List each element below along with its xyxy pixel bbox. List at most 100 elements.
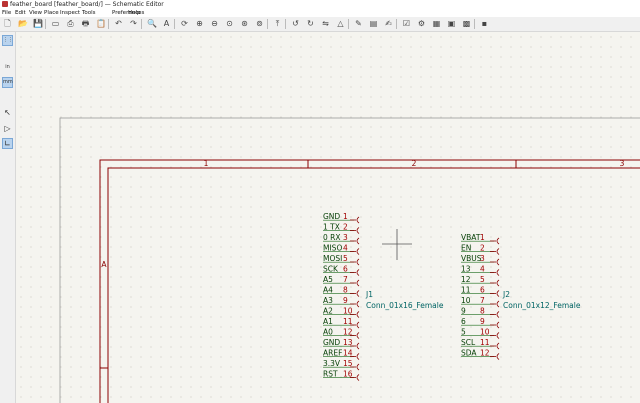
toolbar-separator: [396, 19, 397, 29]
j2-pin-number: 3: [480, 254, 485, 263]
zoom-in-icon[interactable]: ⊕: [195, 19, 204, 28]
j2-pin-number: 11: [480, 338, 490, 347]
toolbar-separator: [348, 19, 349, 29]
j2-pin-receptacle: [496, 321, 500, 329]
bom-icon[interactable]: ▦: [432, 19, 441, 28]
cursor-shape-icon[interactable]: ↖: [2, 107, 13, 118]
j1-pin-receptacle: [356, 227, 360, 234]
j1-pin-receptacle: [356, 248, 360, 255]
print-icon[interactable]: ⎙: [66, 19, 75, 28]
top-toolbar: 🗋 📂 💾 ▭ ⎙ 🖶 📋 ↶ ↷ 🔍 A ⟳ ⊕ ⊖ ⊙ ⊛ ⊚ ⤒ ↺ ↻ ⇋ △ ✎ ▤ ✍ ☑ ⚙ ▦ ▣ ▩ ▪: [0, 17, 640, 32]
j1-pin-name: 0 RX: [323, 233, 341, 242]
j2-pin-name: VBUS: [461, 254, 482, 263]
j1-pin-name: SCK: [323, 265, 339, 274]
rotate-cw-icon[interactable]: ↻: [306, 19, 315, 28]
j2-pin-receptacle: [496, 290, 500, 297]
j1-pin-receptacle: [356, 374, 360, 381]
j1-pin-name: A1: [323, 317, 333, 326]
j1-pin-number: 2: [343, 223, 348, 232]
menu-tools[interactable]: Tools: [82, 9, 96, 17]
frame-row-label: A: [101, 260, 107, 269]
rotate-ccw-icon[interactable]: ↺: [291, 19, 300, 28]
j1-pin-name: MOSI: [323, 254, 342, 263]
navigate-up-icon[interactable]: ⤒: [273, 19, 282, 28]
j2-pin-name: 13: [461, 265, 471, 274]
toolbar-separator: [141, 19, 142, 29]
refresh-icon[interactable]: ⟳: [180, 19, 189, 28]
toolbar-separator: [108, 19, 109, 29]
title-bar: feather_board [feather_board/] — Schemat…: [0, 0, 640, 9]
window-title: feather_board [feather_board/] — Schemat…: [10, 1, 164, 8]
page-settings-icon[interactable]: ▭: [51, 19, 60, 28]
j2-pin-receptacle: [496, 332, 500, 339]
grid-icon[interactable]: ⋮⋮: [2, 35, 13, 46]
toolbar-separator: [45, 19, 46, 29]
menu-file[interactable]: File: [2, 9, 11, 17]
menu-place[interactable]: Place: [44, 9, 59, 17]
new-icon[interactable]: 🗋: [3, 19, 12, 28]
toolbar-separator: [285, 19, 286, 29]
schematic-canvas[interactable]: 1 2 3 A GND 1 1 TX 2 0 RX 3 MISO 4 MOSI 5 SCK 6 A5 7 A4 8 A3…: [16, 32, 640, 403]
netlist-icon[interactable]: ▣: [447, 19, 456, 28]
j1-pin-receptacle: [356, 300, 360, 308]
j2-pin-name: 11: [461, 286, 471, 295]
j2-pin-number: 7: [480, 296, 485, 305]
open-icon[interactable]: 📂: [18, 19, 28, 28]
mirror-h-icon[interactable]: △: [336, 19, 345, 28]
units-mm-icon[interactable]: mm: [2, 77, 13, 88]
j1-pin-name: GND: [323, 338, 340, 347]
zoom-objects-icon[interactable]: ⊛: [240, 19, 249, 28]
j1-pin-number: 1: [343, 212, 348, 221]
redo-icon[interactable]: ↷: [129, 19, 138, 28]
j1-pin-name: 1 TX: [323, 223, 340, 232]
plot-icon[interactable]: 🖶: [81, 19, 90, 28]
j1-pin-name: GND: [323, 212, 340, 221]
find-replace-icon[interactable]: A: [162, 19, 171, 28]
menu-help[interactable]: Help: [128, 9, 141, 17]
symbol-browser-icon[interactable]: ▤: [369, 19, 378, 28]
j2-pin-receptacle: [496, 353, 500, 360]
j1-pin-name: MISO: [323, 244, 342, 253]
frame-column-label: 2: [412, 159, 417, 168]
mirror-v-icon[interactable]: ⇋: [321, 19, 330, 28]
j2-pin-number: 1: [480, 233, 485, 242]
j2-pin-number: 9: [480, 317, 485, 326]
zoom-selection-icon[interactable]: ⊚: [255, 19, 264, 28]
frame-column-label: 3: [620, 159, 625, 168]
j1-pin-receptacle: [356, 311, 360, 318]
j2-pin-name: 6: [461, 317, 466, 326]
paste-icon[interactable]: 📋: [96, 19, 106, 28]
j1-pin-name: A3: [323, 296, 333, 305]
footprint-assign-icon[interactable]: ⚙: [417, 19, 426, 28]
j1-pin-name: AREF: [323, 349, 342, 358]
units-inch-icon[interactable]: in: [2, 62, 13, 73]
pcb-editor-icon[interactable]: ▩: [462, 19, 471, 28]
scripting-console-icon[interactable]: ▪: [480, 19, 489, 28]
j1-pin-receptacle: [356, 363, 360, 371]
wire-angle-icon[interactable]: ∟: [2, 138, 13, 149]
j1-pin-number: 5: [343, 254, 348, 263]
frame-column-label: 1: [204, 159, 209, 168]
menu-inspect[interactable]: Inspect: [60, 9, 80, 17]
undo-icon[interactable]: ↶: [114, 19, 123, 28]
find-icon[interactable]: 🔍: [147, 19, 157, 28]
toolbar-separator: [267, 19, 268, 29]
zoom-fit-icon[interactable]: ⊙: [225, 19, 234, 28]
toolbar-separator: [174, 19, 175, 29]
j2-pin-name: 5: [461, 328, 466, 337]
save-icon[interactable]: 💾: [33, 19, 43, 28]
erc-icon[interactable]: ☑: [402, 19, 411, 28]
j1-pin-number: 4: [343, 244, 348, 253]
j2-pin-number: 5: [480, 275, 485, 284]
j1-pin-name: A2: [323, 307, 333, 316]
zoom-out-icon[interactable]: ⊖: [210, 19, 219, 28]
j1-pin-name: A4: [323, 286, 333, 295]
hidden-pins-icon[interactable]: ▷: [2, 123, 13, 134]
menu-view[interactable]: View: [29, 9, 42, 17]
menu-edit[interactable]: Edit: [15, 9, 26, 17]
j1-pin-name: 3.3V: [323, 359, 341, 368]
j1-pin-receptacle: [356, 332, 360, 339]
annotate-icon[interactable]: ✍: [384, 19, 393, 28]
menu-bar: File Edit View Place Inspect Tools Preferences…: [0, 9, 640, 17]
symbol-editor-icon[interactable]: ✎: [354, 19, 363, 28]
